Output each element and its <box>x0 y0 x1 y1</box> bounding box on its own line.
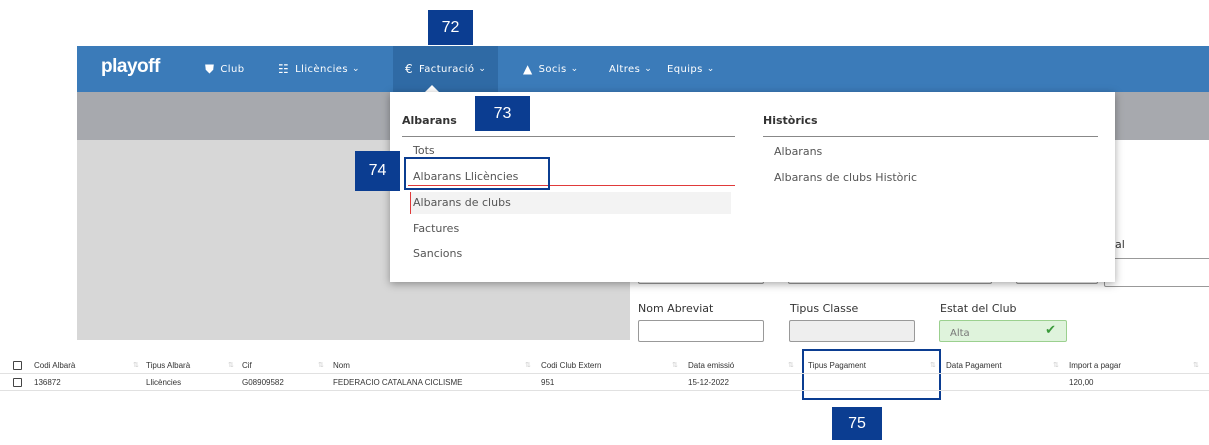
table-row[interactable]: 136872 Llicències G08909582 FEDERACIO CA… <box>0 374 1209 391</box>
menu-item-albarans-clubs[interactable]: Albarans de clubs <box>413 196 511 209</box>
col-header-nom[interactable]: Nom <box>333 361 350 370</box>
id-card-icon: ☷ <box>278 62 290 76</box>
annotation-marker-72: 72 <box>428 10 473 45</box>
estat-club-value: Alta <box>950 328 970 339</box>
menu-item-factures[interactable]: Factures <box>413 222 459 235</box>
col-header-codi-albara[interactable]: Codi Albarà <box>34 361 75 370</box>
nav-item-label: Llicències <box>295 63 348 75</box>
cell-cif: G08909582 <box>242 378 284 387</box>
col-header-codi-club-extern[interactable]: Codi Club Extern <box>541 361 601 370</box>
nav-item-club[interactable]: ⛊ Club <box>205 46 244 92</box>
sort-icon[interactable]: ⇅ <box>930 361 936 369</box>
chevron-down-icon: ⌄ <box>570 64 579 74</box>
user-icon: ▲ <box>523 62 533 76</box>
sort-icon[interactable]: ⇅ <box>1193 361 1199 369</box>
section-divider <box>763 136 1098 137</box>
nav-item-equips[interactable]: Equips ⌄ <box>667 46 715 92</box>
nav-item-label: Equips <box>667 63 703 75</box>
nom-abreviat-input[interactable] <box>638 320 764 342</box>
select-all-checkbox[interactable] <box>13 361 22 370</box>
nav-item-facturacio[interactable]: € Facturació ⌄ <box>393 46 499 92</box>
chevron-down-icon: ⌄ <box>706 64 715 74</box>
cell-data-emissio: 15-12-2022 <box>688 378 729 387</box>
shield-icon: ⛊ <box>205 61 215 76</box>
estat-club-label: Estat del Club <box>940 302 1017 315</box>
menu-item-sancions[interactable]: Sancions <box>413 247 462 260</box>
col-header-import-a-pagar[interactable]: Import a pagar <box>1069 361 1121 370</box>
partial-field-label: al <box>1115 238 1125 251</box>
nav-item-socis[interactable]: ▲ Socis ⌄ <box>523 46 579 92</box>
col-header-data-emissio[interactable]: Data emissió <box>688 361 734 370</box>
estat-club-field[interactable]: Alta ✔ <box>939 320 1067 342</box>
top-navbar: playoff ⛊ Club ☷ Llicències ⌄ € Facturac… <box>77 46 1209 92</box>
col-header-data-pagament[interactable]: Data Pagament <box>946 361 1002 370</box>
dropdown-caret <box>425 85 439 92</box>
section-divider <box>402 136 735 137</box>
albarans-section-title: Albarans <box>402 114 457 127</box>
chevron-down-icon: ⌄ <box>478 64 487 74</box>
menu-item-historic-albarans-clubs[interactable]: Albarans de clubs Històric <box>774 171 917 184</box>
grid-header-row: Codi Albarà ⇅ Tipus Albarà ⇅ Cif ⇅ Nom ⇅… <box>0 357 1209 374</box>
annotation-marker-75: 75 <box>832 407 882 440</box>
col-header-tipus-pagament[interactable]: Tipus Pagament <box>808 361 866 370</box>
sort-icon[interactable]: ⇅ <box>788 361 794 369</box>
tipus-classe-select[interactable] <box>789 320 915 342</box>
sort-icon[interactable]: ⇅ <box>525 361 531 369</box>
nav-item-label: Club <box>220 63 245 75</box>
chevron-down-icon: ⌄ <box>644 64 653 74</box>
annotation-marker-73: 73 <box>475 96 530 131</box>
partial-field-input[interactable] <box>1104 258 1209 287</box>
nav-item-label: Altres <box>609 63 641 75</box>
chevron-down-icon: ⌄ <box>351 64 360 74</box>
nav-item-label: Facturació <box>419 63 475 75</box>
sort-icon[interactable]: ⇅ <box>228 361 234 369</box>
cell-import-a-pagar: 120,00 <box>1069 378 1094 387</box>
annotation-marker-74: 74 <box>355 151 400 191</box>
menu-item-tots[interactable]: Tots <box>413 144 435 157</box>
nav-item-llicencies[interactable]: ☷ Llicències ⌄ <box>278 46 360 92</box>
sort-icon[interactable]: ⇅ <box>133 361 139 369</box>
col-header-cif[interactable]: Cif <box>242 361 252 370</box>
cell-codi-albara: 136872 <box>34 378 61 387</box>
historics-section-title: Històrics <box>763 114 818 127</box>
tipus-classe-label: Tipus Classe <box>790 302 859 315</box>
nav-item-altres[interactable]: Altres ⌄ <box>609 46 652 92</box>
nav-item-label: Socis <box>538 63 567 75</box>
cell-codi-club-extern: 951 <box>541 378 555 387</box>
annotation-box-74 <box>404 157 550 190</box>
sort-icon[interactable]: ⇅ <box>1053 361 1059 369</box>
check-icon: ✔ <box>1045 323 1056 338</box>
nom-abreviat-label: Nom Abreviat <box>638 302 714 315</box>
menu-item-historic-albarans[interactable]: Albarans <box>774 145 822 158</box>
cell-tipus-albara: Llicències <box>146 378 182 387</box>
sort-icon[interactable]: ⇅ <box>318 361 324 369</box>
sort-icon[interactable]: ⇅ <box>672 361 678 369</box>
col-header-tipus-albara[interactable]: Tipus Albarà <box>146 361 190 370</box>
cell-nom: FEDERACIO CATALANA CICLISME <box>333 378 463 387</box>
euro-icon: € <box>405 62 414 76</box>
row-checkbox[interactable] <box>13 378 22 387</box>
app-logo[interactable]: playoff <box>101 56 160 78</box>
